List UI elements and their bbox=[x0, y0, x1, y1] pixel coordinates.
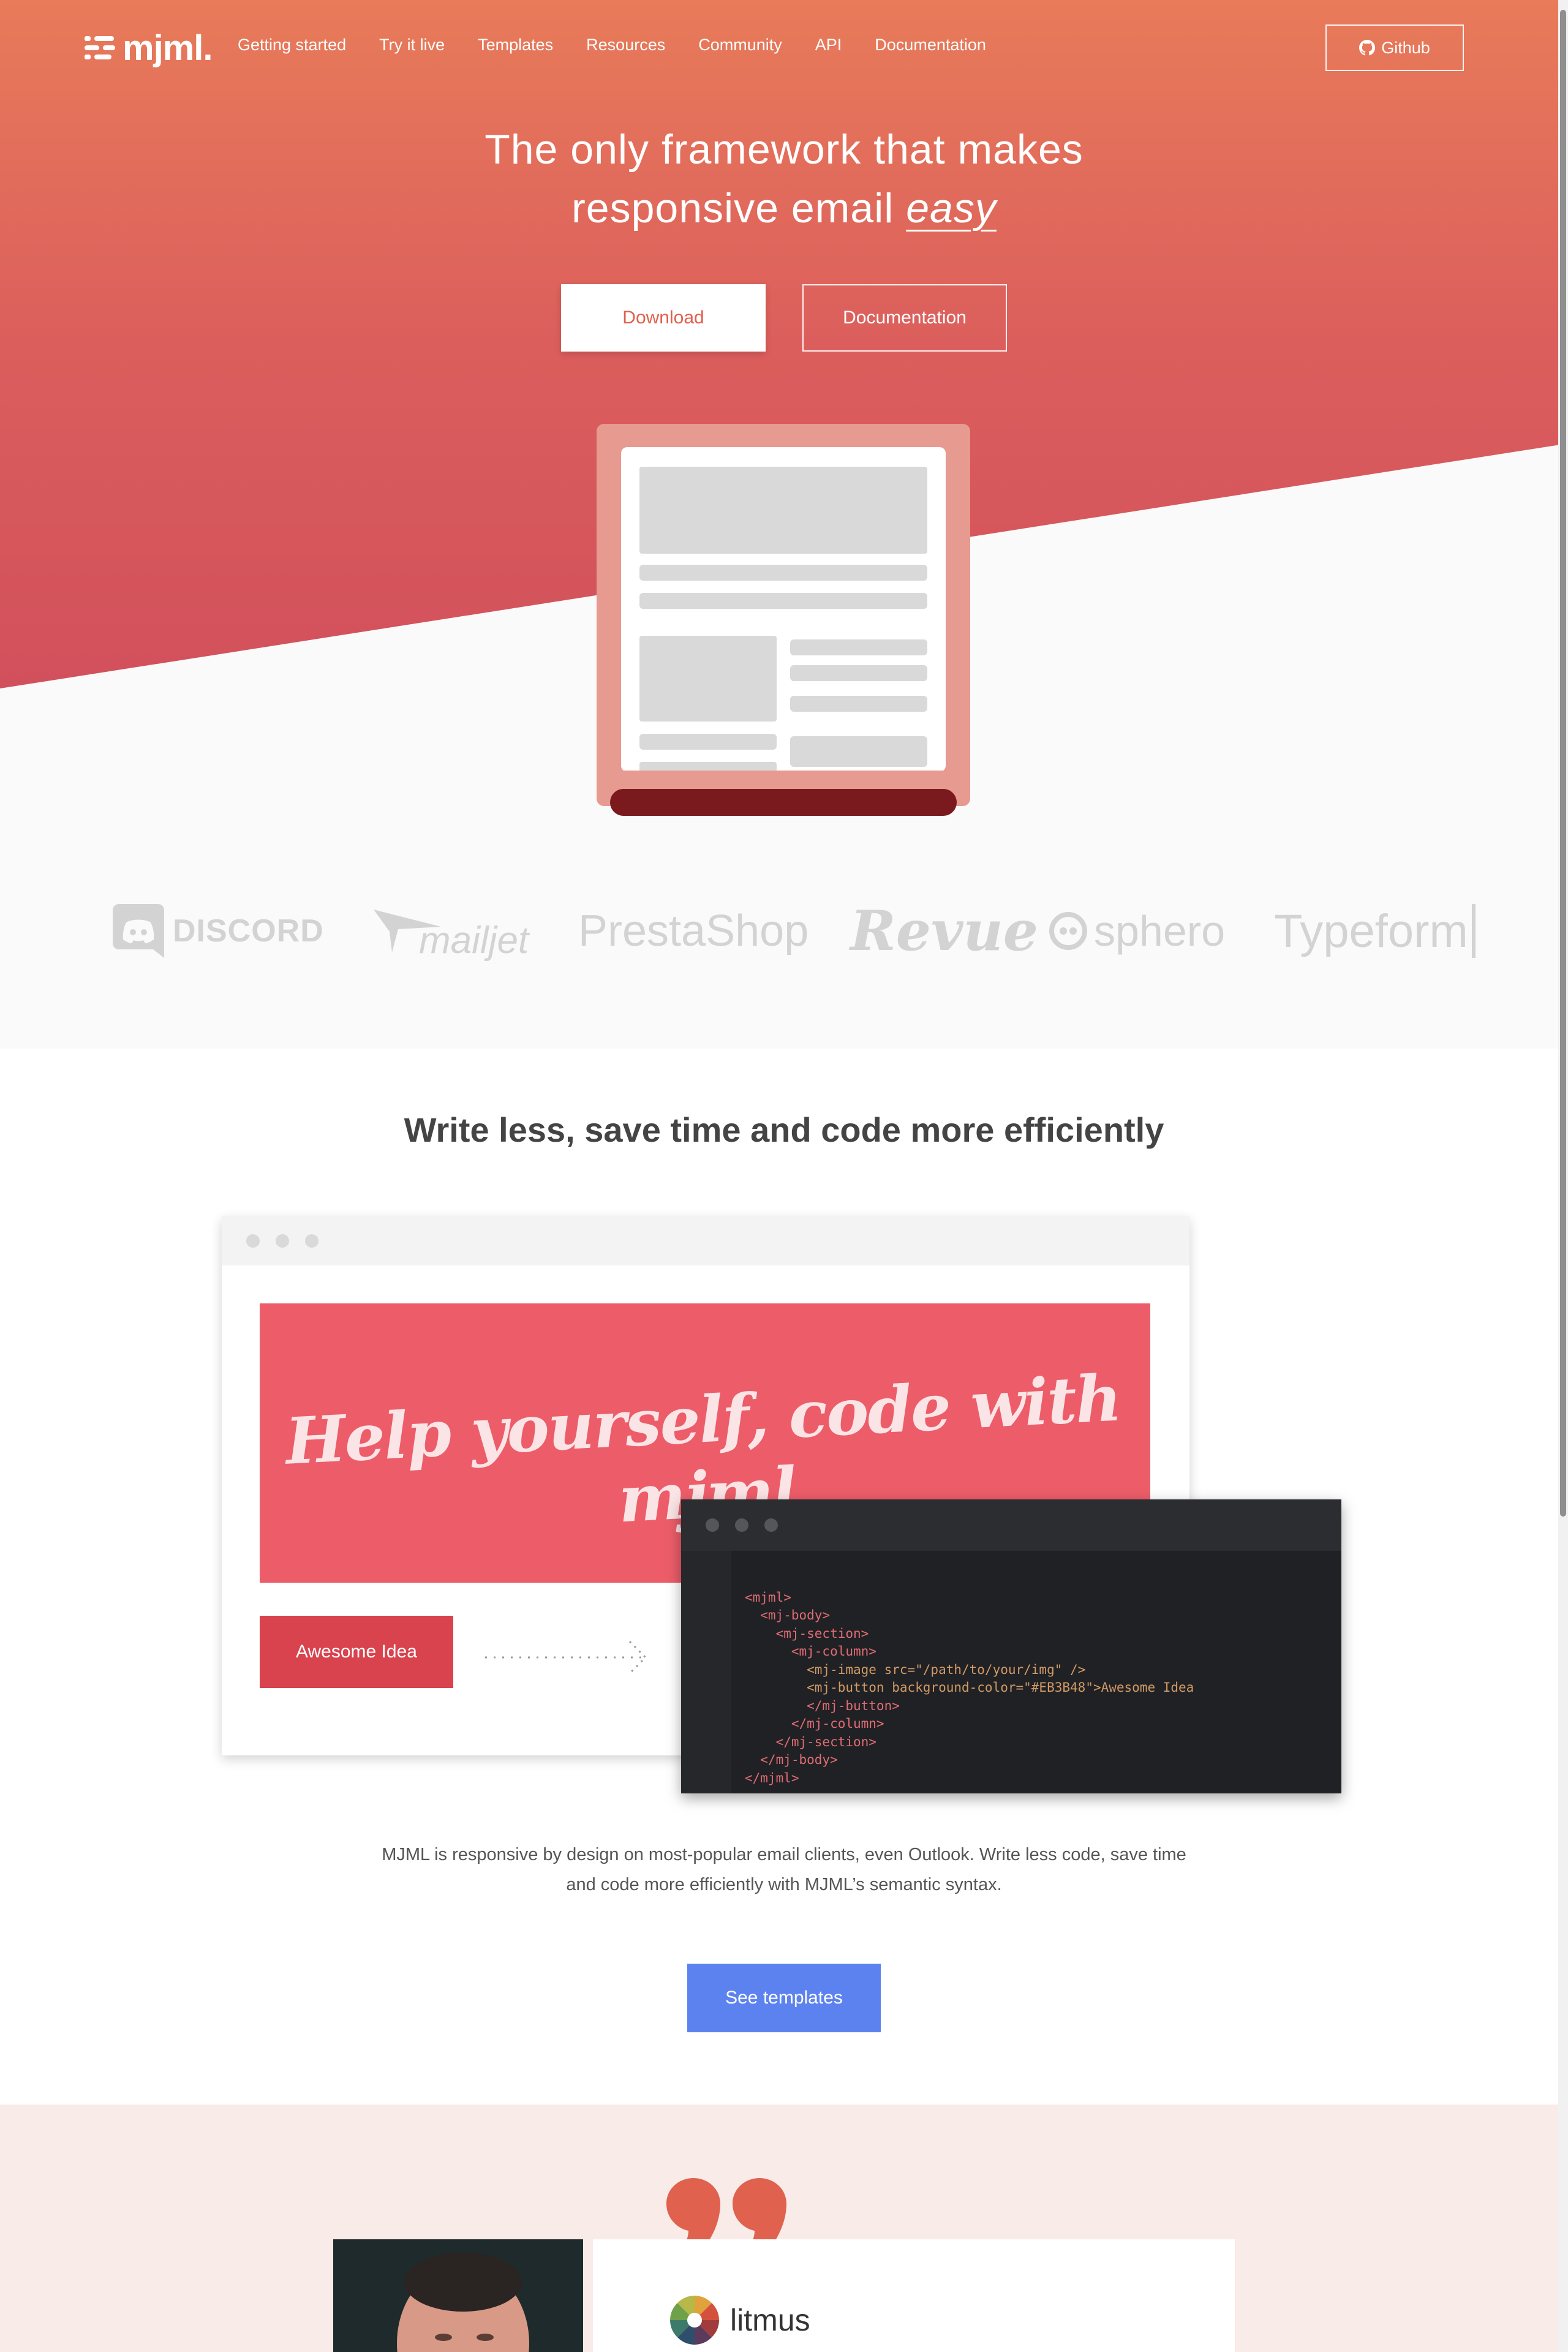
nav-link-community[interactable]: Community bbox=[698, 36, 782, 55]
hero-section: mjml. Getting started Try it live Templa… bbox=[0, 0, 1568, 1049]
testimonial-photo bbox=[333, 2239, 583, 2352]
nav-link-try-it-live[interactable]: Try it live bbox=[379, 36, 445, 55]
revue-logo: Revue bbox=[850, 882, 1038, 980]
mailjet-logo: mailjet bbox=[374, 882, 529, 980]
nav-link-templates[interactable]: Templates bbox=[478, 36, 553, 55]
sphero-wordmark: sphero bbox=[1094, 907, 1226, 955]
code-line: </mjml> bbox=[745, 1770, 799, 1785]
code-line: <mj-column> bbox=[745, 1644, 876, 1659]
features-description: MJML is responsive by design on most-pop… bbox=[306, 1840, 1262, 1900]
hero-title: The only framework that makes responsive… bbox=[0, 120, 1568, 238]
revue-wordmark: Revue bbox=[850, 899, 1039, 963]
github-button[interactable]: Github bbox=[1325, 24, 1464, 71]
documentation-button[interactable]: Documentation bbox=[802, 284, 1007, 352]
litmus-wordmark: litmus bbox=[730, 2303, 810, 2337]
mailjet-wordmark: mailjet bbox=[419, 919, 529, 962]
see-templates-button[interactable]: See templates bbox=[687, 1964, 881, 2032]
window-dot bbox=[305, 1234, 318, 1248]
window-dot bbox=[246, 1234, 260, 1248]
client-logos: DISCORD mailjet PrestaShop Revue sphero … bbox=[0, 882, 1568, 980]
code-line: </mj-column> bbox=[745, 1716, 884, 1731]
code-line: <mj-body> bbox=[745, 1608, 831, 1623]
typeform-logo: Typeform bbox=[1274, 882, 1476, 980]
nav-link-documentation[interactable]: Documentation bbox=[875, 36, 986, 55]
github-label: Github bbox=[1381, 38, 1430, 57]
code-gutter bbox=[681, 1551, 731, 1793]
features-description-line1: MJML is responsive by design on most-pop… bbox=[382, 1845, 1186, 1864]
download-button[interactable]: Download bbox=[561, 284, 766, 352]
typeform-wordmark: Typeform bbox=[1274, 905, 1468, 957]
code-snippet: <mjml> <mj-body> <mj-section> <mj-column… bbox=[745, 1570, 1194, 1806]
logo-text: mjml. bbox=[123, 28, 213, 68]
github-icon bbox=[1359, 40, 1376, 56]
features-section: Write less, save time and code more effi… bbox=[0, 1049, 1568, 2105]
awesome-idea-button[interactable]: Awesome Idea bbox=[260, 1616, 453, 1688]
typeform-cursor bbox=[1471, 904, 1476, 958]
mjml-logo[interactable]: mjml. bbox=[85, 28, 213, 68]
window-dot bbox=[764, 1518, 778, 1532]
hero-title-line1: The only framework that makes bbox=[484, 126, 1084, 173]
sphero-icon bbox=[1049, 912, 1087, 950]
discord-wordmark: DISCORD bbox=[173, 913, 324, 949]
nav-link-api[interactable]: API bbox=[815, 36, 842, 55]
hero-title-line2: responsive email bbox=[571, 185, 907, 232]
code-line: <mj-button background-color="#EB3B48">Aw… bbox=[745, 1680, 1194, 1695]
code-line: <mjml> bbox=[745, 1589, 791, 1605]
litmus-wheel-icon bbox=[670, 2296, 719, 2345]
main-nav: Getting started Try it live Templates Re… bbox=[238, 36, 1019, 55]
discord-icon bbox=[113, 904, 164, 958]
prestashop-logo: PrestaShop bbox=[578, 882, 809, 980]
code-line: <mj-image src="/path/to/your/img" /> bbox=[745, 1662, 1086, 1677]
code-editor-window: <mjml> <mj-body> <mj-section> <mj-column… bbox=[681, 1499, 1341, 1793]
litmus-logo: litmus bbox=[669, 2294, 810, 2346]
nav-link-getting-started[interactable]: Getting started bbox=[238, 36, 346, 55]
nav-link-resources[interactable]: Resources bbox=[586, 36, 665, 55]
prestashop-wordmark: PrestaShop bbox=[578, 907, 809, 956]
mjml-logo-icon bbox=[85, 36, 115, 59]
dotted-arrow-icon bbox=[485, 1640, 647, 1675]
person-avatar bbox=[333, 2239, 583, 2352]
code-line: </mj-body> bbox=[745, 1752, 838, 1767]
testimonial-section: litmus bbox=[0, 2105, 1568, 2352]
window-dot bbox=[706, 1518, 719, 1532]
code-line: </mj-section> bbox=[745, 1734, 876, 1749]
hero-title-emphasis: easy bbox=[906, 185, 997, 232]
window-dot bbox=[276, 1234, 289, 1248]
discord-logo: DISCORD bbox=[113, 882, 324, 980]
window-dot bbox=[735, 1518, 748, 1532]
features-title: Write less, save time and code more effi… bbox=[404, 1110, 1164, 1149]
code-editor-titlebar bbox=[681, 1499, 1341, 1551]
code-line: <mj-section> bbox=[745, 1626, 869, 1641]
code-line: </mj-button> bbox=[745, 1698, 900, 1713]
scrollbar-thumb[interactable] bbox=[1560, 10, 1566, 1517]
sphero-logo: sphero bbox=[1049, 882, 1225, 980]
features-description-line2: and code more efficiently with MJML’s se… bbox=[566, 1875, 1002, 1894]
browser-titlebar bbox=[222, 1216, 1189, 1265]
email-mockup-illustration bbox=[597, 424, 970, 816]
